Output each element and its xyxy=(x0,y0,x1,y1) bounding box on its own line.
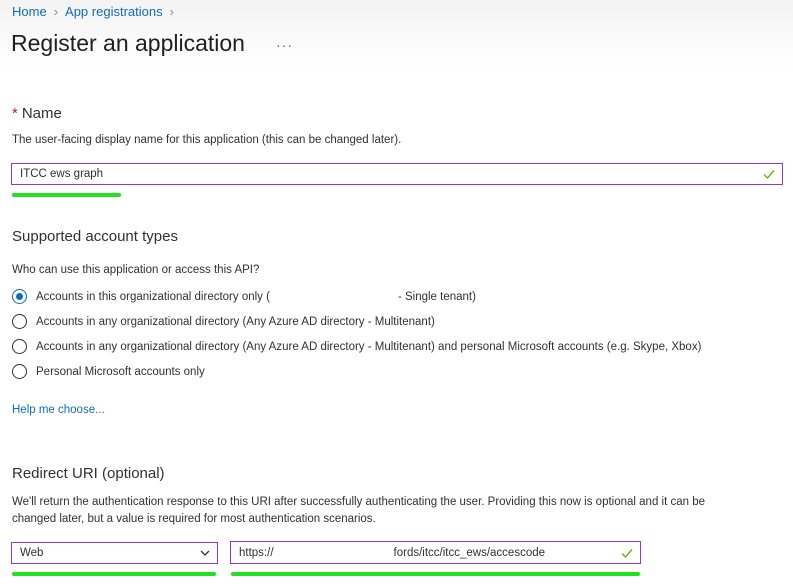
uri-prefix: https:// xyxy=(239,546,274,559)
highlight-underline xyxy=(231,572,640,576)
redirect-description-line2: changed later, but a value is required f… xyxy=(12,513,376,525)
more-options-button[interactable]: ··· xyxy=(276,37,293,53)
help-me-choose-link[interactable]: Help me choose... xyxy=(12,404,105,416)
radio-unchecked-icon[interactable] xyxy=(12,364,27,379)
name-field[interactable] xyxy=(11,163,783,185)
platform-selected-value: Web xyxy=(20,547,44,559)
account-type-option-single-tenant[interactable]: Accounts in this organizational director… xyxy=(12,289,476,304)
platform-select[interactable]: Web xyxy=(11,542,218,564)
option-label: Accounts in this organizational director… xyxy=(36,290,270,303)
account-type-option-personal[interactable]: Personal Microsoft accounts only xyxy=(12,364,205,379)
highlight-underline xyxy=(12,572,216,576)
option-label: - Single tenant) xyxy=(397,290,476,303)
option-label: Personal Microsoft accounts only xyxy=(36,365,205,378)
account-type-option-multitenant[interactable]: Accounts in any organizational directory… xyxy=(12,314,435,329)
name-section-label: * Name xyxy=(12,105,62,122)
account-type-option-multitenant-personal[interactable]: Accounts in any organizational directory… xyxy=(12,339,701,354)
redacted-region xyxy=(269,290,398,303)
redirect-description-line1: We'll return the authentication response… xyxy=(12,496,706,508)
highlight-underline xyxy=(12,193,121,197)
radio-checked-icon[interactable] xyxy=(12,289,27,304)
option-label: Accounts in any organizational directory… xyxy=(36,340,702,353)
radio-unchecked-icon[interactable] xyxy=(12,339,27,354)
chevron-right-icon: › xyxy=(53,4,59,19)
chevron-right-icon: › xyxy=(169,4,174,19)
chevron-down-icon xyxy=(200,550,210,556)
radio-unchecked-icon[interactable] xyxy=(12,314,27,329)
name-description: The user-facing display name for this ap… xyxy=(12,134,402,146)
breadcrumb-home-link[interactable]: Home xyxy=(12,4,47,19)
name-label: Name xyxy=(21,105,62,122)
uri-suffix: fords/itcc/itcc_ews/accescode xyxy=(393,546,546,559)
redacted-region xyxy=(273,546,394,559)
required-marker: * xyxy=(12,105,18,122)
check-icon xyxy=(621,548,633,558)
breadcrumb-app-registrations-link[interactable]: App registrations xyxy=(65,4,163,19)
redirect-uri-field[interactable]: https:// fords/itcc/itcc_ews/accescode xyxy=(230,541,641,564)
breadcrumb: Home › App registrations › xyxy=(12,4,181,19)
option-label: Accounts in any organizational directory… xyxy=(36,315,435,328)
check-icon xyxy=(763,170,775,180)
account-types-label: Supported account types xyxy=(12,228,178,245)
redirect-uri-label: Redirect URI (optional) xyxy=(12,465,165,482)
account-types-question: Who can use this application or access t… xyxy=(12,264,260,276)
page-title: Register an application xyxy=(11,30,245,56)
name-input[interactable] xyxy=(12,168,761,180)
